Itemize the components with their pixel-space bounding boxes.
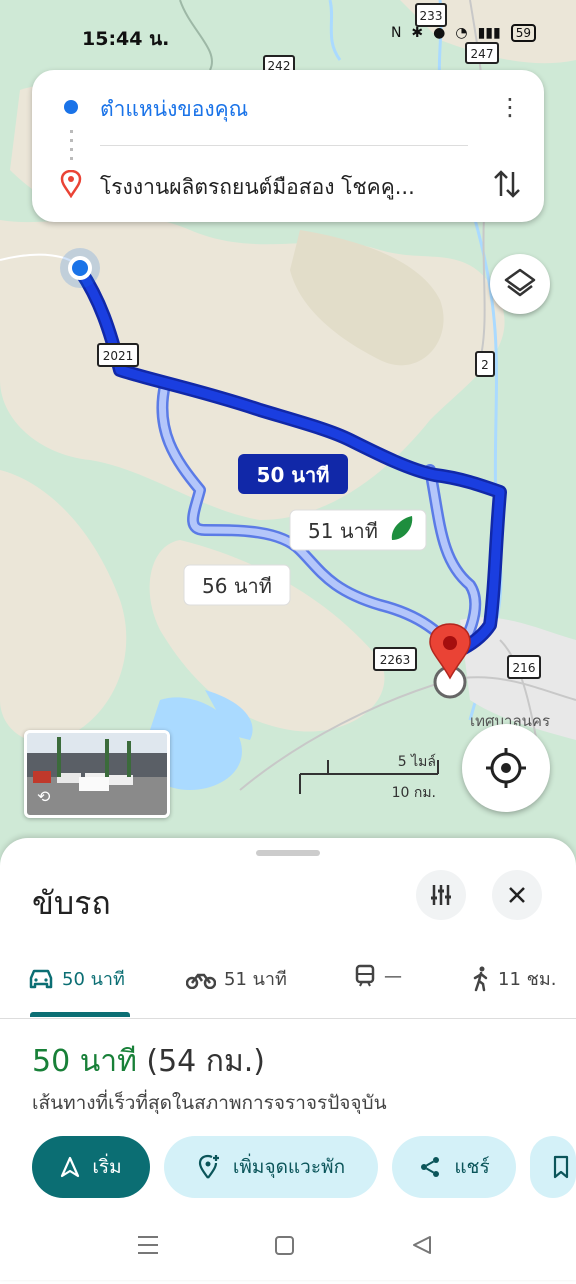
svg-text:50 นาที: 50 นาที	[257, 463, 330, 487]
nfc-icon: N	[390, 25, 402, 41]
svg-text:2: 2	[481, 358, 489, 372]
swap-icon[interactable]	[492, 166, 522, 202]
close-icon	[509, 887, 525, 903]
sheet-title: ขับรถ	[32, 884, 111, 922]
crosshair-icon	[486, 748, 526, 788]
start-label: เริ่ม	[92, 1156, 122, 1178]
location-icon: ●	[433, 25, 446, 41]
directions-card: ตำแหน่งของคุณ ⋮ โรงงานผลิตรถยนต์มือสอง โ…	[32, 70, 544, 222]
route-summary: 50 นาที (54 กม.)	[32, 1038, 265, 1085]
travel-mode-tabs: 50 นาที 51 นาที — 11 ชม.	[0, 946, 576, 1019]
save-button[interactable]	[530, 1136, 576, 1198]
card-divider	[100, 145, 468, 146]
back-nav-icon[interactable]	[413, 1236, 431, 1254]
road-shield-2263: 2263	[373, 647, 417, 671]
tab-transit-label: —	[384, 965, 402, 987]
svg-text:216: 216	[513, 661, 536, 675]
car-icon	[29, 969, 53, 988]
route-label-alt1[interactable]: 51 นาที	[289, 509, 427, 551]
sheet-drag-handle[interactable]	[256, 850, 320, 856]
svg-text:51 นาที: 51 นาที	[308, 519, 378, 543]
tune-icon	[431, 885, 451, 905]
add-stop-button[interactable]: เพิ่มจุดแวะพัก	[164, 1136, 378, 1198]
svg-text:56 นาที: 56 นาที	[202, 574, 272, 598]
home-nav-icon[interactable]	[275, 1236, 294, 1255]
layers-button[interactable]	[490, 254, 550, 314]
navigation-arrow-icon	[61, 1156, 80, 1178]
destination-row[interactable]: โรงงานผลิตรถยนต์มือสอง โชคคู...	[32, 148, 544, 222]
share-label: แชร์	[454, 1156, 490, 1178]
location-pin-icon	[60, 170, 82, 198]
walking-icon	[473, 966, 488, 991]
status-icons: N ✱ ● ◔ ▮▮▮ 59	[391, 24, 536, 42]
layers-icon	[504, 268, 536, 297]
wifi-icon: ◔	[455, 25, 468, 41]
train-icon	[355, 964, 375, 987]
tab-car-label: 50 นาที	[62, 969, 125, 990]
status-time: 15:44 น.	[82, 28, 170, 50]
origin-field[interactable]: ตำแหน่งของคุณ	[100, 93, 248, 126]
svg-text:10 กม.: 10 กม.	[392, 785, 436, 801]
tab-motorcycle-label: 51 นาที	[224, 969, 287, 990]
route-options-button[interactable]	[416, 870, 466, 920]
street-view-thumbnail[interactable]: ⟲	[24, 730, 170, 818]
system-nav-bar	[0, 1210, 576, 1280]
route-label-primary[interactable]: 50 นาที	[238, 454, 348, 494]
close-button[interactable]	[492, 870, 542, 920]
road-shield-216: 216	[507, 655, 541, 679]
tab-motorcycle[interactable]: 51 นาที	[186, 964, 287, 993]
start-button[interactable]: เริ่ม	[32, 1136, 150, 1198]
menu-nav-icon[interactable]	[138, 1236, 158, 1254]
route-description: เส้นทางที่เร็วที่สุดในสภาพการจราจรปัจจุบ…	[32, 1092, 387, 1114]
share-icon	[421, 1157, 440, 1177]
tab-walk-label: 11 ชม.	[498, 969, 557, 990]
tab-walk[interactable]: 11 ชม.	[472, 964, 556, 993]
origin-dot-icon	[64, 100, 78, 114]
destination-field[interactable]: โรงงานผลิตรถยนต์มือสอง โชคคู...	[100, 171, 470, 204]
bluetooth-icon: ✱	[411, 25, 424, 41]
svg-text:2263: 2263	[380, 653, 411, 667]
add-location-icon	[198, 1154, 219, 1179]
bookmark-icon	[553, 1155, 569, 1179]
signal-icon: ▮▮▮	[477, 25, 501, 41]
status-bar: 15:44 น. N ✱ ● ◔ ▮▮▮ 59	[0, 0, 576, 72]
tab-transit[interactable]: —	[354, 964, 402, 988]
origin-row[interactable]: ตำแหน่งของคุณ ⋮	[32, 70, 544, 144]
battery-icon: 59	[510, 24, 536, 42]
route-label-alt2[interactable]: 56 นาที	[183, 564, 291, 606]
svg-text:2021: 2021	[103, 349, 134, 363]
my-location-button[interactable]	[462, 724, 550, 812]
motorcycle-icon	[186, 973, 216, 989]
add-stop-label: เพิ่มจุดแวะพัก	[232, 1156, 346, 1178]
route-distance: (54 กม.)	[146, 1044, 265, 1079]
share-button[interactable]: แชร์	[392, 1136, 516, 1198]
more-options-button[interactable]: ⋮	[498, 92, 522, 122]
route-duration: 50 นาที	[32, 1044, 137, 1079]
road-shield-2: 2	[475, 351, 495, 377]
active-tab-indicator	[30, 1012, 130, 1017]
svg-text:5 ไมล์: 5 ไมล์	[398, 753, 436, 770]
road-shield-2021: 2021	[97, 343, 139, 367]
tab-car[interactable]: 50 นาที	[28, 964, 125, 993]
360-rotate-icon: ⟲	[37, 787, 51, 806]
